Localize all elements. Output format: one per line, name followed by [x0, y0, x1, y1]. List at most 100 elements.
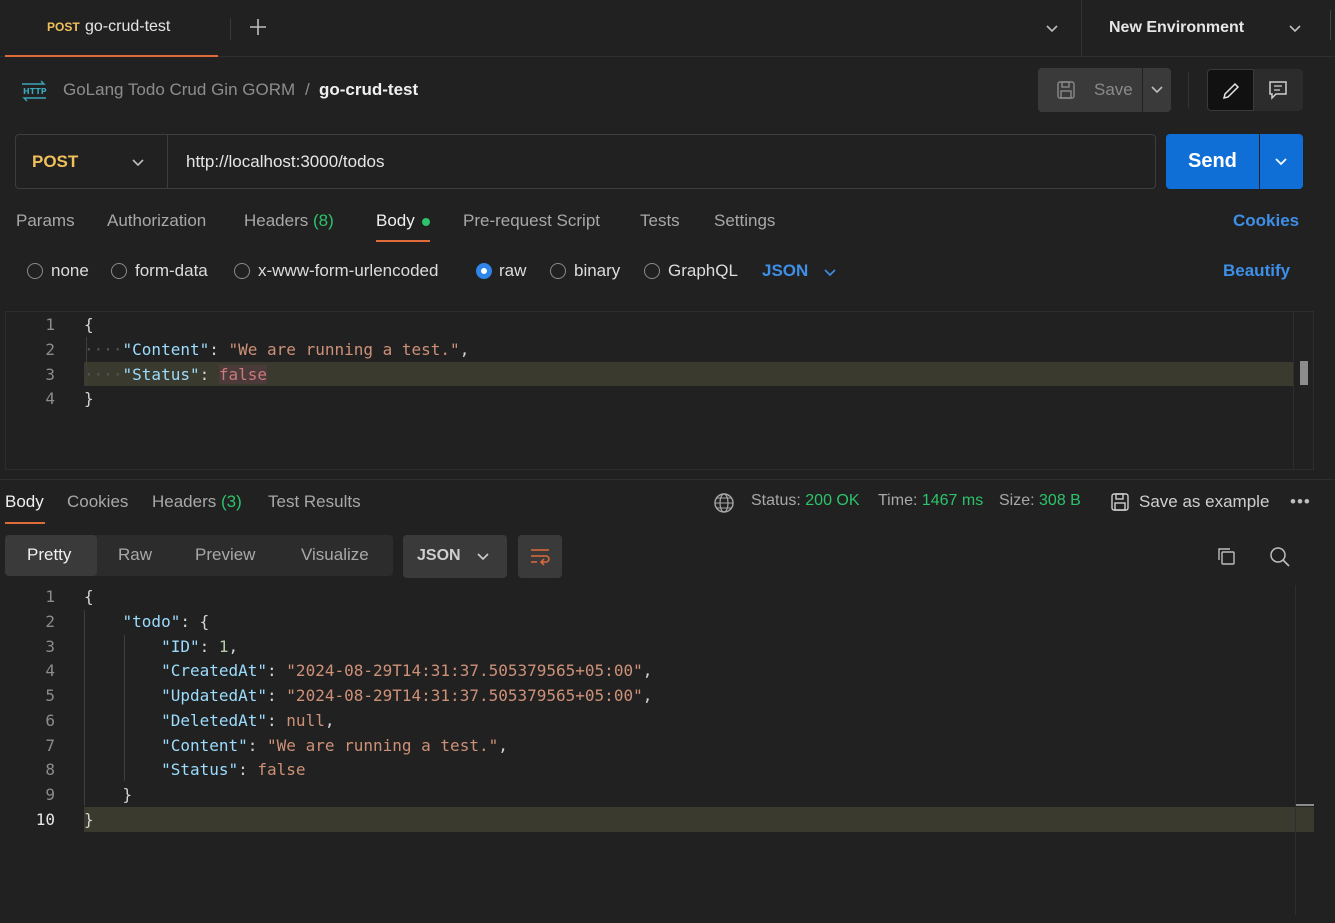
response-tab-headers[interactable]: Headers (3): [152, 492, 242, 512]
radio-binary[interactable]: [550, 263, 566, 279]
request-body-editor[interactable]: [5, 311, 1314, 470]
http-icon-label: HTTP: [23, 87, 47, 96]
save-dropdown-button[interactable]: [1143, 68, 1171, 112]
response-format-label: JSON: [417, 547, 461, 564]
url-input[interactable]: http://localhost:3000/todos: [186, 152, 384, 172]
send-dropdown-button[interactable]: [1260, 134, 1303, 189]
json-value: "2024-08-29T14:31:37.505379565+05:00": [286, 686, 643, 705]
mode-preview-button[interactable]: Preview: [195, 545, 255, 565]
code-line: "Status": false: [161, 760, 306, 779]
line-number: 7: [45, 736, 55, 755]
code-line: "CreatedAt": "2024-08-29T14:31:37.505379…: [161, 661, 653, 680]
tab-tests[interactable]: Tests: [640, 211, 680, 231]
method-select[interactable]: POST: [16, 135, 168, 188]
radio-form-data[interactable]: [111, 263, 127, 279]
response-headers-count: (3): [221, 492, 242, 511]
active-tab-indicator: [376, 240, 430, 242]
request-tab[interactable]: POST go-crud-test: [5, 0, 218, 57]
chevron-down-icon[interactable]: [822, 266, 838, 280]
new-tab-plus-icon[interactable]: [246, 16, 270, 40]
line-number: 8: [45, 760, 55, 779]
http-icon: HTTP: [22, 80, 47, 102]
code-line: "ID": 1,: [161, 637, 239, 656]
breadcrumb-separator: /: [305, 80, 310, 99]
tabs-chevron-down-icon[interactable]: [1044, 22, 1060, 36]
pencil-icon: [1222, 82, 1240, 100]
wrap-lines-button[interactable]: [518, 535, 562, 578]
more-options-icon[interactable]: •••: [1290, 492, 1311, 512]
search-icon[interactable]: [1268, 545, 1292, 569]
environment-selector[interactable]: New Environment: [1109, 19, 1244, 37]
mode-visualize-button[interactable]: Visualize: [301, 545, 369, 565]
line-number: 1: [45, 315, 55, 334]
tab-method-label: POST: [47, 20, 80, 34]
mode-raw-button[interactable]: Raw: [118, 545, 152, 565]
tab-headers[interactable]: Headers (8): [244, 211, 334, 231]
tab-params[interactable]: Params: [16, 211, 75, 231]
code-line: }: [84, 389, 94, 408]
breadcrumb-request-name[interactable]: go-crud-test: [319, 80, 418, 100]
response-format-select[interactable]: JSON: [403, 535, 507, 578]
active-tab-indicator: [5, 522, 45, 524]
edit-button[interactable]: [1207, 69, 1254, 111]
response-tab-cookies[interactable]: Cookies: [67, 492, 128, 512]
divider: [1081, 0, 1082, 57]
status-readout[interactable]: Status: 200 OK: [751, 492, 860, 510]
globe-icon[interactable]: [713, 492, 735, 514]
chevron-down-icon: [1151, 86, 1163, 94]
line-number: 2: [45, 612, 55, 631]
tab-headers-label: Headers: [244, 211, 309, 230]
body-format-select[interactable]: JSON: [762, 261, 808, 281]
code-line: "Content": "We are running a test.",: [161, 736, 508, 755]
radio-raw[interactable]: [476, 263, 492, 279]
divider: [1188, 72, 1189, 108]
save-as-example-button[interactable]: Save as example: [1139, 492, 1269, 512]
brace: }: [122, 785, 133, 804]
editor-scrollbar-track: [1293, 311, 1294, 470]
response-scrollbar-thumb[interactable]: [1296, 804, 1314, 806]
cookies-link[interactable]: Cookies: [1233, 211, 1299, 231]
tab-settings[interactable]: Settings: [714, 211, 775, 231]
code-line: "UpdatedAt": "2024-08-29T14:31:37.505379…: [161, 686, 653, 705]
chevron-down-icon: [132, 159, 144, 167]
environment-chevron-down-icon[interactable]: [1287, 22, 1303, 36]
mode-pretty-label[interactable]: Pretty: [27, 545, 71, 565]
save-label: Save: [1094, 80, 1133, 99]
status-value: 200 OK: [805, 492, 860, 509]
line-number: 9: [45, 785, 55, 804]
send-button[interactable]: Send: [1166, 134, 1259, 189]
line-number: 5: [45, 686, 55, 705]
json-value: false: [218, 365, 268, 384]
time-label: Time:: [878, 492, 918, 509]
radio-graphql-label: GraphQL: [668, 261, 738, 280]
beautify-button[interactable]: Beautify: [1223, 261, 1290, 281]
copy-icon[interactable]: [1215, 545, 1237, 567]
json-value: null: [286, 711, 325, 730]
panel-divider[interactable]: [0, 479, 1335, 480]
tab-body[interactable]: Body: [376, 211, 415, 231]
save-button[interactable]: Save: [1038, 68, 1142, 112]
json-key: "todo": [122, 612, 181, 631]
status-label: Status:: [751, 492, 801, 509]
radio-graphql[interactable]: [644, 263, 660, 279]
time-readout[interactable]: Time: 1467 ms: [878, 492, 983, 510]
send-label: Send: [1188, 150, 1237, 172]
editor-scrollbar-thumb[interactable]: [1300, 361, 1308, 385]
code-line: }: [84, 785, 133, 804]
json-key: "DeletedAt": [161, 711, 268, 730]
tab-authorization[interactable]: Authorization: [107, 211, 206, 231]
response-tab-test-results[interactable]: Test Results: [268, 492, 361, 512]
radio-binary-label: binary: [574, 261, 621, 280]
radio-urlencoded[interactable]: [234, 263, 250, 279]
radio-none[interactable]: [27, 263, 43, 279]
tab-prerequest-script[interactable]: Pre-request Script: [463, 211, 600, 231]
comments-button[interactable]: [1254, 69, 1303, 111]
breadcrumb-collection[interactable]: GoLang Todo Crud Gin GORM: [63, 80, 295, 100]
body-status-dot: [422, 218, 430, 226]
line-number: 10: [35, 810, 55, 829]
method-label: POST: [32, 152, 79, 171]
json-value: "We are running a test.": [228, 340, 460, 359]
response-tab-body[interactable]: Body: [5, 492, 44, 512]
radio-raw-label: raw: [499, 261, 527, 280]
size-readout[interactable]: Size: 308 B: [999, 492, 1081, 510]
